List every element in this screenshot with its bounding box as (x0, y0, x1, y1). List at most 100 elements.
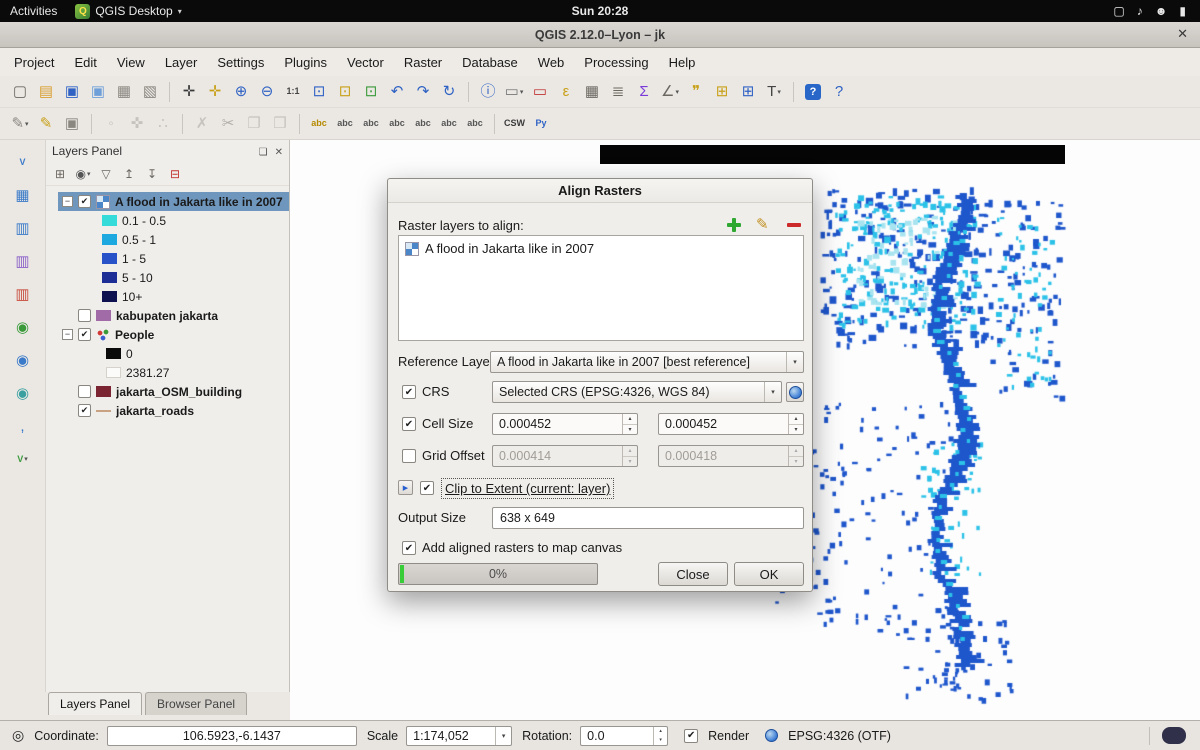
layer-checkbox[interactable]: ✔ (78, 328, 91, 341)
add-vector-layer-icon[interactable]: V (11, 150, 35, 174)
spin-down-icon[interactable]: ▾ (623, 425, 637, 435)
crs-combobox[interactable]: Selected CRS (EPSG:4326, WGS 84) ▾ (492, 381, 782, 403)
layer-row[interactable]: 0.1 - 0.5 (58, 211, 289, 230)
node-tool-icon[interactable]: ∴ (151, 112, 175, 136)
measure-icon[interactable]: ∠▾ (658, 80, 682, 104)
add-wcs-layer-icon[interactable]: ◉ (11, 348, 35, 372)
power-icon[interactable]: ▮ (1179, 4, 1186, 18)
spin-up-icon[interactable]: ▴ (623, 414, 637, 425)
project-save-as-icon[interactable]: ▣ (86, 80, 110, 104)
layer-checkbox[interactable]: ✔ (78, 195, 91, 208)
zoom-native-icon[interactable]: 1:1 (281, 80, 305, 104)
python-console-icon[interactable]: Py (529, 112, 553, 136)
layer-row[interactable]: −✔People (58, 325, 289, 344)
map-refresh-icon[interactable]: ↻ (437, 80, 461, 104)
layer-row[interactable]: ✔jakarta_roads (58, 401, 289, 420)
zoom-last-icon[interactable]: ↶ (385, 80, 409, 104)
spin-up-icon[interactable]: ▴ (789, 414, 803, 425)
menu-database[interactable]: Database (452, 50, 528, 75)
ok-button[interactable]: OK (734, 562, 804, 586)
window-titlebar[interactable]: QGIS 2.12.0–Lyon – jk ✕ (0, 22, 1200, 48)
remove-layer-icon[interactable]: ⊟ (165, 164, 185, 184)
label-pin-icon[interactable]: abc (333, 112, 357, 136)
open-attribute-table-icon[interactable]: ▦ (580, 80, 604, 104)
menu-edit[interactable]: Edit (64, 50, 106, 75)
show-bookmarks-icon[interactable]: ⊞ (736, 80, 760, 104)
zoom-to-layer-icon[interactable]: ⊡ (359, 80, 383, 104)
pan-map-icon[interactable]: ✛ (177, 80, 201, 104)
text-annotation-icon[interactable]: T▾ (762, 80, 786, 104)
expand-icon[interactable]: − (62, 329, 73, 340)
coordinate-input[interactable]: 106.5923,-6.1437 (107, 726, 357, 746)
csw-icon[interactable]: CSW (502, 112, 527, 136)
app-menu[interactable]: Q QGIS Desktop ▾ (75, 4, 181, 19)
reference-layer-combobox[interactable]: A flood in Jakarta like in 2007 [best re… (490, 351, 804, 373)
cell-size-y-spinbox[interactable]: 0.000452 ▴▾ (658, 413, 804, 435)
menu-processing[interactable]: Processing (574, 50, 658, 75)
menu-project[interactable]: Project (4, 50, 64, 75)
collapse-all-icon[interactable]: ↧ (142, 164, 162, 184)
layer-row[interactable]: 2381.27 (58, 363, 289, 382)
user-icon[interactable]: ☻ (1155, 4, 1168, 18)
select-features-icon[interactable]: ▭▾ (502, 80, 526, 104)
add-wfs-layer-icon[interactable]: ◉ (11, 381, 35, 405)
clip-extent-label[interactable]: Clip to Extent (current: layer) (442, 479, 613, 498)
layer-row[interactable]: kabupaten jakarta (58, 306, 289, 325)
display-icon[interactable]: ▢ (1113, 4, 1124, 18)
move-feature-icon[interactable]: ✜ (125, 112, 149, 136)
menu-web[interactable]: Web (528, 50, 575, 75)
extents-icon[interactable]: ◎ (12, 727, 24, 744)
add-feature-icon[interactable]: ◦ (99, 112, 123, 136)
expand-all-icon[interactable]: ↥ (119, 164, 139, 184)
layer-row[interactable]: 5 - 10 (58, 268, 289, 287)
project-new-icon[interactable]: ▢ (8, 80, 32, 104)
menu-vector[interactable]: Vector (337, 50, 394, 75)
zoom-full-icon[interactable]: ⊡ (307, 80, 331, 104)
menu-help[interactable]: Help (659, 50, 706, 75)
layer-row[interactable]: 1 - 5 (58, 249, 289, 268)
remove-raster-icon[interactable] (786, 217, 802, 233)
layer-row[interactable]: −✔A flood in Jakarta like in 2007 (58, 192, 289, 211)
add-raster-layer-icon[interactable]: ▦ (11, 183, 35, 207)
toggle-editing-icon[interactable]: ✎ (34, 112, 58, 136)
menu-raster[interactable]: Raster (394, 50, 452, 75)
help-contents-icon[interactable]: ? (801, 80, 825, 104)
copy-features-icon[interactable]: ❐ (242, 112, 266, 136)
close-panel-icon[interactable]: ✕ (275, 147, 283, 158)
menu-view[interactable]: View (107, 50, 155, 75)
field-calculator-icon[interactable]: ≣ (606, 80, 630, 104)
float-panel-icon[interactable]: ❏ (259, 147, 268, 158)
clip-checkbox[interactable]: ✔ (420, 481, 434, 495)
whats-this-icon[interactable]: ? (827, 80, 851, 104)
new-bookmark-icon[interactable]: ⊞ (710, 80, 734, 104)
zoom-out-icon[interactable]: ⊖ (255, 80, 279, 104)
layer-row[interactable]: 0 (58, 344, 289, 363)
layer-row[interactable]: 0.5 - 1 (58, 230, 289, 249)
output-size-field[interactable]: 638 x 649 (492, 507, 804, 529)
menu-settings[interactable]: Settings (207, 50, 274, 75)
scale-combobox[interactable]: 1:174,052 ▾ (406, 726, 512, 746)
layer-checkbox[interactable]: ✔ (78, 404, 91, 417)
add-wms-layer-icon[interactable]: ◉ (11, 315, 35, 339)
layer-labeling-icon[interactable]: abc (307, 112, 331, 136)
add-to-canvas-checkbox[interactable]: ✔ (402, 541, 416, 555)
add-delimited-text-layer-icon[interactable]: , (11, 414, 35, 438)
layer-checkbox[interactable] (78, 385, 91, 398)
current-edits-icon[interactable]: ✎▾ (8, 112, 32, 136)
expand-icon[interactable]: − (62, 196, 73, 207)
label-highlight-icon[interactable]: abc (359, 112, 383, 136)
project-open-icon[interactable]: ▤ (34, 80, 58, 104)
map-tips-icon[interactable]: ❞ (684, 80, 708, 104)
crs-checkbox[interactable]: ✔ (402, 385, 416, 399)
cell-size-x-spinbox[interactable]: 0.000452 ▴▾ (492, 413, 638, 435)
zoom-to-selection-icon[interactable]: ⊡ (333, 80, 357, 104)
tab-layers-panel[interactable]: Layers Panel (48, 692, 142, 715)
crs-status-label[interactable]: EPSG:4326 (OTF) (788, 729, 891, 743)
project-save-icon[interactable]: ▣ (60, 80, 84, 104)
close-button[interactable]: Close (658, 562, 728, 586)
select-crs-button[interactable] (786, 382, 804, 402)
add-spatialite-layer-icon[interactable]: ▥ (11, 249, 35, 273)
manage-layer-visibility-icon[interactable]: ◉▾ (73, 164, 93, 184)
statistical-summary-icon[interactable]: Σ (632, 80, 656, 104)
grid-offset-checkbox[interactable] (402, 449, 416, 463)
